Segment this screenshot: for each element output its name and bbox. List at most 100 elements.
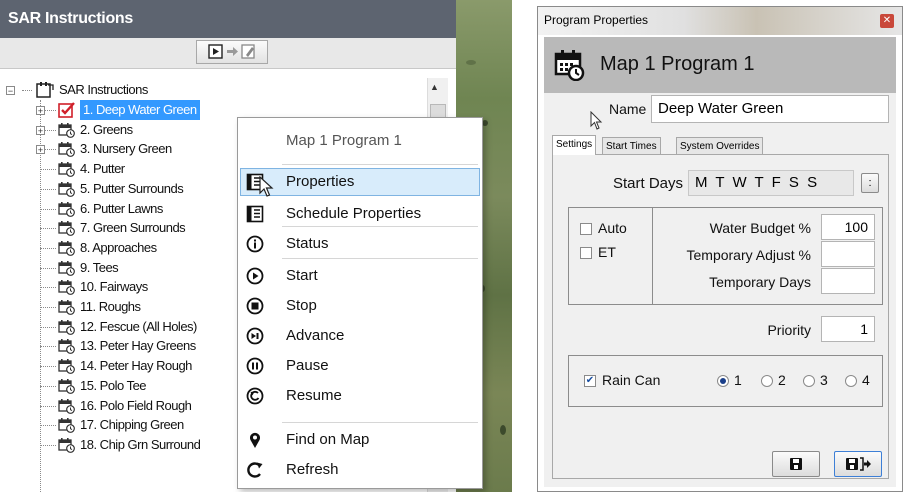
save-button[interactable] <box>772 451 820 477</box>
toolbar-run-edit-button[interactable] <box>196 40 268 64</box>
temporary-adjust-field[interactable] <box>821 241 875 267</box>
calendar-clock-icon <box>58 260 76 276</box>
start-days-picker-button[interactable]: : <box>861 173 879 193</box>
menu-item-find-on-map[interactable]: Find on Map <box>238 426 482 454</box>
rain-can-label: Rain Can <box>602 372 661 388</box>
et-label: ET <box>598 244 616 260</box>
tree-item-label: 11. Roughs <box>80 299 141 314</box>
sar-instructions-panel: SAR Instructions ▲ − SAR Instructions +1… <box>0 0 512 492</box>
close-icon[interactable]: ✕ <box>880 14 894 28</box>
tree-item-label: 14. Peter Hay Rough <box>80 358 192 373</box>
calendar-clock-icon <box>58 122 76 138</box>
rain-can-option-label: 4 <box>862 372 870 388</box>
tree-item-label: 17. Chipping Green <box>80 417 184 432</box>
name-label: Name <box>609 101 647 117</box>
mouse-cursor-icon <box>590 111 603 130</box>
tree-item-label: 6. Putter Lawns <box>80 201 163 216</box>
menu-item-label: Pause <box>286 357 329 374</box>
expand-icon[interactable]: + <box>36 126 45 136</box>
dialog-titlebar[interactable]: Program Properties <box>538 7 902 35</box>
menu-item-schedule-properties[interactable]: Schedule Properties <box>238 200 482 228</box>
temporary-days-field[interactable] <box>821 268 875 294</box>
calendar-clock-icon <box>58 161 76 177</box>
advance-icon <box>246 327 264 345</box>
schedule-calendar-icon <box>554 49 586 82</box>
menu-item-stop[interactable]: Stop <box>238 292 482 320</box>
menu-item-label: Start <box>286 267 318 284</box>
menu-item-start[interactable]: Start <box>238 262 482 290</box>
tab-system-overrides[interactable]: System Overrides <box>676 137 764 155</box>
expand-icon[interactable]: + <box>36 145 45 155</box>
menu-item-resume[interactable]: Resume <box>238 382 482 410</box>
resume-icon <box>246 387 264 405</box>
tab-start-times[interactable]: Start Times <box>602 137 661 155</box>
save-close-icon <box>846 457 871 471</box>
rain-can-option-label: 2 <box>778 372 786 388</box>
menu-item-label: Resume <box>286 387 342 404</box>
priority-label: Priority <box>767 322 811 338</box>
map-pin-icon <box>246 431 264 449</box>
menu-item-pause[interactable]: Pause <box>238 352 482 380</box>
tree-item-label: 8. Approaches <box>80 240 157 255</box>
calendar-clock-icon <box>58 338 76 354</box>
program-checked-icon <box>58 102 76 118</box>
et-checkbox[interactable] <box>580 247 592 259</box>
rain-can-option-label: 1 <box>734 372 742 388</box>
tree-item-label: 9. Tees <box>80 260 119 275</box>
calendar-clock-icon <box>58 279 76 295</box>
tree-item-label: 5. Putter Surrounds <box>80 181 184 196</box>
calendar-clock-icon <box>58 141 76 157</box>
calendar-clock-icon <box>58 319 76 335</box>
calendar-clock-icon <box>58 240 76 256</box>
water-budget-field[interactable]: 100 <box>821 214 875 240</box>
program-folder-icon <box>36 81 54 99</box>
calendar-clock-icon <box>58 437 76 453</box>
menu-item-label: Schedule Properties <box>286 205 422 222</box>
dialog-heading: Map 1 Program 1 <box>600 53 755 75</box>
menu-item-advance[interactable]: Advance <box>238 322 482 350</box>
priority-field[interactable]: 1 <box>821 316 875 342</box>
panel-title: SAR Instructions <box>0 0 456 38</box>
scroll-up-icon[interactable]: ▲ <box>430 82 439 92</box>
menu-item-refresh[interactable]: Refresh <box>238 456 482 484</box>
tree-item-label-selected: 1. Deep Water Green <box>80 100 200 120</box>
refresh-icon <box>246 461 264 479</box>
calendar-clock-icon <box>58 417 76 433</box>
rain-can-radio-1[interactable] <box>717 375 729 387</box>
stop-icon <box>246 297 264 315</box>
info-icon <box>246 235 264 253</box>
menu-item-label: Find on Map <box>286 431 370 448</box>
dialog-header: Map 1 Program 1 <box>544 37 896 93</box>
play-edit-icon <box>208 44 255 59</box>
context-menu-header: Map 1 Program 1 <box>286 132 402 149</box>
play-icon <box>246 267 264 285</box>
tab-settings[interactable]: Settings <box>552 135 597 155</box>
temporary-adjust-label: Temporary Adjust % <box>686 247 812 263</box>
context-menu: Map 1 Program 1 Properties Schedule Prope… <box>237 117 483 489</box>
calendar-clock-icon <box>58 220 76 236</box>
tree-item-label: 12. Fescue (All Holes) <box>80 319 197 334</box>
mouse-cursor-icon <box>259 176 274 197</box>
rain-can-radio-2[interactable] <box>761 375 773 387</box>
calendar-clock-icon <box>58 181 76 197</box>
collapse-icon[interactable]: − <box>6 86 15 96</box>
menu-item-label: Properties <box>286 173 355 190</box>
auto-checkbox[interactable] <box>580 223 592 235</box>
start-days-field[interactable]: M T W T F S S <box>688 170 854 196</box>
temporary-days-label: Temporary Days <box>709 274 811 290</box>
menu-item-label: Stop <box>286 297 317 314</box>
menu-item-label: Advance <box>286 327 345 344</box>
water-budget-label: Water Budget % <box>709 220 811 236</box>
schedule-properties-icon <box>246 205 264 223</box>
tree-item-label: 10. Fairways <box>80 279 148 294</box>
rain-can-radio-3[interactable] <box>803 375 815 387</box>
menu-item-label: Status <box>286 235 329 252</box>
tree-item-label: 7. Green Surrounds <box>80 220 186 235</box>
rain-can-radio-4[interactable] <box>845 375 857 387</box>
menu-item-status[interactable]: Status <box>238 230 482 258</box>
rain-can-checkbox[interactable]: ✔ <box>584 375 596 387</box>
pause-icon <box>246 357 264 375</box>
name-field[interactable]: Deep Water Green <box>651 95 889 123</box>
expand-icon[interactable]: + <box>36 106 45 116</box>
save-and-close-button[interactable] <box>834 451 882 477</box>
